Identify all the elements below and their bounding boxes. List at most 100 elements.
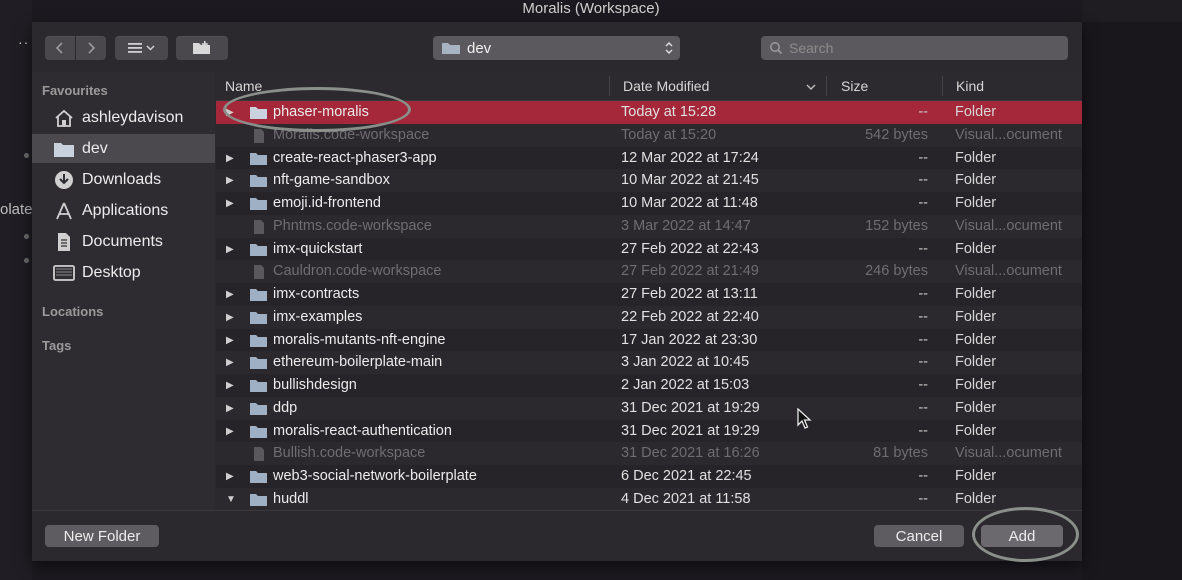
table-row[interactable]: ▶ ddp 31 Dec 2021 at 19:29 -- Folder	[216, 396, 1082, 420]
file-kind: Folder	[955, 377, 997, 393]
sidebar-item-documents[interactable]: Documents	[32, 227, 215, 256]
disclosure-expanded-icon[interactable]: ▼	[226, 488, 236, 510]
folder-icon	[250, 493, 267, 506]
date-modified: 17 Jan 2022 at 23:30	[621, 331, 758, 348]
table-row[interactable]: ▶ nft-game-sandbox 10 Mar 2022 at 21:45 -- F…	[216, 169, 1082, 193]
date-modified: Today at 15:28	[621, 104, 717, 120]
table-row[interactable]: ▶ web3-social-network-boilerplate 6 Dec 20…	[216, 465, 1082, 488]
file-size: --	[918, 195, 928, 211]
disclosure-triangle-icon[interactable]: ▶	[226, 169, 234, 192]
folder-icon	[250, 175, 267, 188]
file-kind: Visual...ocument	[955, 217, 1062, 234]
disclosure-triangle-icon[interactable]: ▶	[226, 351, 234, 374]
column-header-kind[interactable]: Kind	[956, 72, 984, 100]
folder-icon	[250, 380, 267, 392]
file-kind: Folder	[955, 331, 997, 348]
disclosure-triangle-icon[interactable]: ▶	[226, 465, 234, 488]
disclosure-triangle-icon[interactable]: ▶	[226, 374, 234, 397]
file-size: 246 bytes	[865, 263, 928, 280]
table-row[interactable]: Cauldron.code-workspace 27 Feb 2022 at 21…	[216, 260, 1082, 284]
file-size: --	[918, 331, 928, 348]
path-dropdown[interactable]: dev	[433, 36, 680, 60]
date-modified: 12 Mar 2022 at 17:24	[621, 149, 759, 166]
table-row[interactable]: ▶ imx-examples 22 Feb 2022 at 22:40 -- Folde…	[216, 305, 1082, 329]
file-kind: Visual...ocument	[955, 263, 1062, 280]
path-label: dev	[467, 39, 492, 57]
table-row[interactable]: ▼ huddl 4 Dec 2021 at 11:58 -- Folder	[216, 487, 1082, 510]
window-title: Moralis (Workspace)	[522, 0, 660, 17]
table-row[interactable]: ▶ ethereum-boilerplate-main 3 Jan 2022 at …	[216, 351, 1082, 375]
sidebar-heading-tags: Tags	[42, 338, 72, 353]
sidebar-item-home[interactable]: ashleydavison	[32, 103, 215, 132]
column-header-date[interactable]: Date Modified	[623, 72, 709, 100]
table-row[interactable]: Phntms.code-workspace 3 Mar 2022 at 14:47…	[216, 214, 1082, 238]
disclosure-triangle-icon[interactable]: ▶	[226, 397, 234, 420]
column-header-size[interactable]: Size	[841, 72, 868, 100]
cancel-button[interactable]: Cancel	[874, 525, 964, 547]
date-modified: 2 Jan 2022 at 15:03	[621, 377, 750, 393]
table-row[interactable]: ▶ imx-contracts 27 Feb 2022 at 13:11 -- Fold…	[216, 283, 1082, 306]
background-window-right	[1082, 22, 1182, 580]
background-bullet	[24, 258, 29, 263]
search-field[interactable]: Search	[761, 36, 1068, 60]
sidebar-heading-locations: Locations	[42, 304, 104, 319]
new-folder-button[interactable]: New Folder	[45, 525, 159, 547]
folder-icon	[250, 471, 267, 483]
sidebar-item-label: Documents	[82, 232, 163, 250]
table-row[interactable]: Bullish.code-workspace 31 Dec 2021 at 16:…	[216, 442, 1082, 466]
date-modified: 3 Mar 2022 at 14:47	[621, 217, 751, 234]
table-row[interactable]: ▶ moralis-mutants-nft-engine 17 Jan 2022 a…	[216, 329, 1082, 352]
search-icon	[770, 42, 783, 55]
disclosure-triangle-icon[interactable]: ▶	[226, 306, 234, 329]
background-bullet	[24, 153, 29, 158]
disclosure-triangle-icon[interactable]: ▶	[226, 283, 234, 306]
new-folder-toolbar-button[interactable]	[176, 36, 228, 60]
column-divider	[942, 76, 943, 96]
table-row[interactable]: ▶ imx-quickstart 27 Feb 2022 at 22:43 -- Fol…	[216, 238, 1082, 261]
date-modified: 10 Mar 2022 at 21:45	[621, 172, 759, 189]
date-modified: 6 Dec 2021 at 22:45	[621, 468, 752, 484]
chevron-left-icon	[55, 42, 63, 54]
file-size: --	[918, 286, 928, 302]
disclosure-triangle-icon[interactable]: ▶	[226, 329, 234, 352]
disclosure-triangle-icon[interactable]: ▶	[226, 238, 234, 261]
sort-descending-icon	[806, 84, 816, 90]
view-options-button[interactable]	[115, 36, 168, 60]
sidebar-item-desktop[interactable]: Desktop	[32, 258, 215, 287]
file-size: 81 bytes	[873, 445, 928, 462]
table-row[interactable]: ▶ moralis-react-authentication 31 Dec 2021…	[216, 420, 1082, 443]
file-size: --	[918, 377, 928, 393]
file-name: ethereum-boilerplate-main	[273, 354, 443, 371]
folder-icon	[250, 425, 267, 438]
disclosure-triangle-icon[interactable]: ▶	[226, 192, 234, 215]
file-name: emoji.id-frontend	[273, 195, 381, 211]
file-name: Cauldron.code-workspace	[273, 263, 442, 280]
file-icon	[254, 219, 264, 234]
folder-icon	[250, 311, 267, 324]
table-row[interactable]: ▶ create-react-phaser3-app 12 Mar 2022 at …	[216, 147, 1082, 170]
file-size: --	[918, 354, 928, 371]
date-modified: 3 Jan 2022 at 10:45	[621, 354, 750, 371]
folder-icon	[250, 289, 267, 301]
disclosure-triangle-icon[interactable]: ▶	[226, 420, 234, 443]
date-modified: 27 Feb 2022 at 13:11	[621, 286, 758, 302]
column-divider	[826, 76, 827, 96]
table-row[interactable]: ▶ bullishdesign 2 Jan 2022 at 15:03 -- Folde…	[216, 374, 1082, 397]
file-name: imx-contracts	[273, 286, 360, 302]
sidebar-item-label: ashleydavison	[82, 108, 184, 126]
sidebar-item-applications[interactable]: Applications	[32, 196, 215, 225]
file-list: Name Date Modified Size Kind ▶ phaser-mor…	[216, 72, 1082, 510]
file-name: imx-quickstart	[273, 240, 363, 257]
file-icon	[254, 265, 264, 280]
file-size: --	[918, 422, 928, 439]
date-modified: 4 Dec 2021 at 11:58	[621, 490, 751, 507]
back-button[interactable]	[45, 36, 75, 60]
file-kind: Folder	[955, 354, 997, 371]
file-name: moralis-react-authentication	[273, 422, 452, 439]
disclosure-triangle-icon[interactable]: ▶	[226, 147, 234, 170]
folder-icon	[250, 152, 267, 165]
sidebar-item-downloads[interactable]: Downloads	[32, 165, 215, 194]
forward-button[interactable]	[76, 36, 106, 60]
sidebar-item-dev[interactable]: dev	[32, 134, 215, 163]
table-row[interactable]: ▶ emoji.id-frontend 10 Mar 2022 at 11:48 --…	[216, 192, 1082, 215]
